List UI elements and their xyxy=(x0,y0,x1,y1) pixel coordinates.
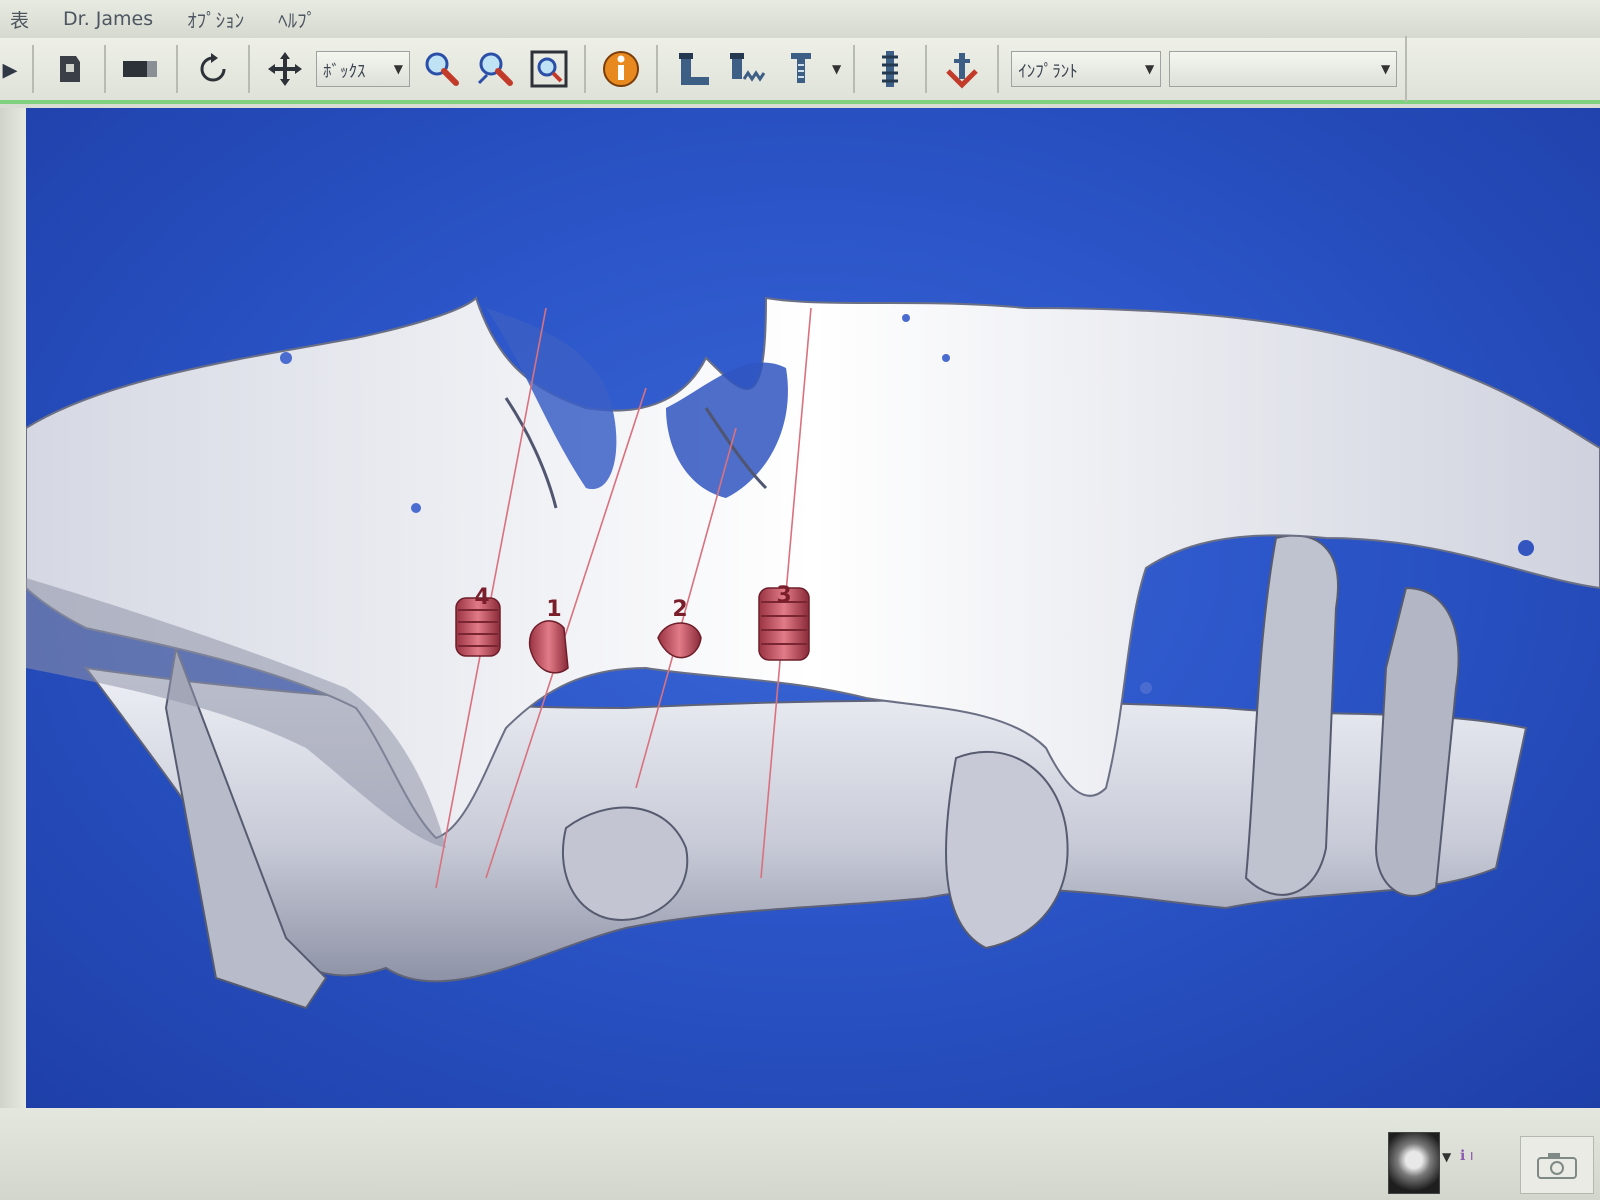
toolbar-separator xyxy=(853,45,856,93)
menu-item-user[interactable]: Dr. James xyxy=(63,8,153,30)
rotate-icon[interactable] xyxy=(190,46,236,92)
skull-thumbnail-icon[interactable] xyxy=(1388,1132,1440,1194)
implant-placement-icon[interactable] xyxy=(778,46,824,92)
implant-tool-b-icon[interactable] xyxy=(724,46,770,92)
toolbar-separator xyxy=(104,45,106,93)
chevron-down-icon[interactable]: ▼ xyxy=(832,62,841,76)
toolbar-separator xyxy=(656,45,658,93)
toolbar-separator xyxy=(925,45,928,93)
chevron-down-icon[interactable]: ▼ xyxy=(1442,1150,1451,1164)
toolbar-separator xyxy=(997,45,1000,93)
toolbar: ▸ ﾎﾞｯｸｽ ▼ ▼ ｲﾝﾌﾟﾗﾝﾄ ▼ ▼ xyxy=(0,36,1600,104)
chevron-down-icon: ▼ xyxy=(1145,62,1155,76)
toolbar-separator xyxy=(32,45,34,93)
info-icon[interactable] xyxy=(598,46,644,92)
object-combo[interactable]: ｲﾝﾌﾟﾗﾝﾄ ▼ xyxy=(1011,51,1162,87)
jaw-model-render: 4 1 2 3 xyxy=(26,296,1600,1010)
menu-bar: 表 Dr. James ｵﾌﾟｼｮﾝ ﾍﾙﾌﾟ xyxy=(0,0,1600,38)
implant-3[interactable]: 3 xyxy=(758,583,810,661)
implant-label: 2 xyxy=(672,597,687,622)
implant-tool-a-icon[interactable] xyxy=(670,46,716,92)
bookmark-icon[interactable] xyxy=(46,46,92,92)
chevron-down-icon: ▼ xyxy=(393,62,403,76)
3d-viewport[interactable]: 4 1 2 3 xyxy=(26,108,1600,1108)
implant-label: 4 xyxy=(474,585,489,610)
layer-icon[interactable] xyxy=(118,46,164,92)
anchor-icon[interactable] xyxy=(939,46,985,92)
bone-density-icon[interactable] xyxy=(867,46,913,92)
implant-label: 3 xyxy=(776,583,791,608)
pan-icon[interactable] xyxy=(262,46,308,92)
menu-item-file[interactable]: 表 xyxy=(10,6,29,33)
implant-label: 1 xyxy=(546,597,561,622)
zoom-window-icon[interactable] xyxy=(472,46,518,92)
toolbar-separator xyxy=(584,45,586,93)
left-panel-edge xyxy=(0,108,26,1108)
zoom-icon[interactable] xyxy=(418,46,464,92)
toolbar-filler xyxy=(1405,36,1600,102)
menu-item-help[interactable]: ﾍﾙﾌﾟ xyxy=(278,6,316,33)
view-mode-combo-value: ﾎﾞｯｸｽ xyxy=(323,61,366,82)
object-combo-value: ｲﾝﾌﾟﾗﾝﾄ xyxy=(1018,61,1078,82)
fit-view-icon[interactable] xyxy=(526,46,572,92)
status-info: ℹ ı xyxy=(1460,1148,1474,1164)
toolbar-separator xyxy=(176,45,178,93)
select-icon[interactable]: ▸ xyxy=(0,46,20,92)
status-bar xyxy=(0,1108,1600,1200)
chevron-down-icon: ▼ xyxy=(1381,62,1391,76)
view-mode-combo[interactable]: ﾎﾞｯｸｽ ▼ xyxy=(316,51,410,87)
object-combo-secondary[interactable]: ▼ xyxy=(1169,51,1398,87)
menu-item-options[interactable]: ｵﾌﾟｼｮﾝ xyxy=(187,6,244,33)
camera-icon[interactable] xyxy=(1520,1136,1594,1194)
toolbar-separator xyxy=(248,45,250,93)
